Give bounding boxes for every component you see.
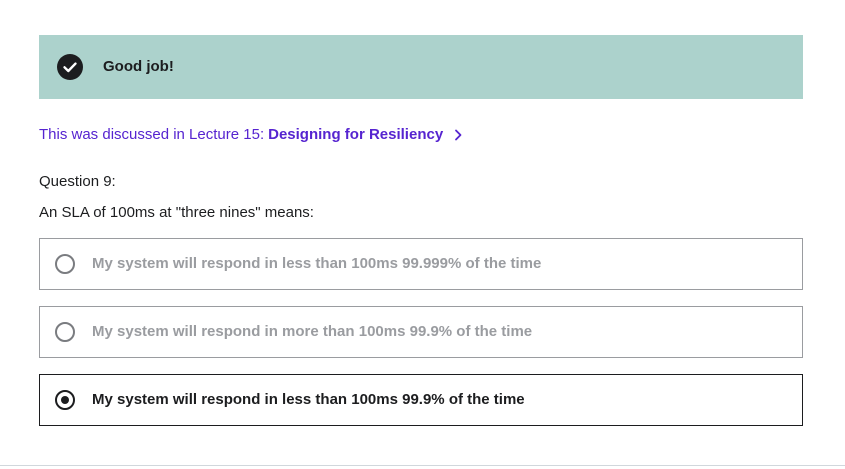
lecture-link-prefix: This was discussed in Lecture 15: <box>39 126 265 143</box>
answer-option-label: My system will respond in less than 100m… <box>92 255 542 272</box>
radio-dot <box>61 396 69 404</box>
radio-button[interactable] <box>55 322 75 342</box>
divider <box>0 465 845 466</box>
checkmark-circle-icon <box>57 54 83 80</box>
feedback-banner: Good job! <box>39 35 803 99</box>
feedback-message: Good job! <box>103 58 174 75</box>
lecture-link-title: Designing for Resiliency <box>268 126 444 143</box>
answer-option-label: My system will respond in more than 100m… <box>92 323 533 340</box>
answer-option-3[interactable]: My system will respond in less than 100m… <box>39 374 803 426</box>
chevron-right-icon <box>455 129 462 141</box>
radio-button-selected[interactable] <box>55 390 75 410</box>
question-number: Question 9: <box>39 173 116 190</box>
answer-option-2[interactable]: My system will respond in more than 100m… <box>39 306 803 358</box>
answer-option-label: My system will respond in less than 100m… <box>92 391 525 408</box>
answer-option-1[interactable]: My system will respond in less than 100m… <box>39 238 803 290</box>
radio-button[interactable] <box>55 254 75 274</box>
question-prompt: An SLA of 100ms at "three nines" means: <box>39 204 314 221</box>
lecture-link[interactable]: This was discussed in Lecture 15: Design… <box>39 125 463 145</box>
